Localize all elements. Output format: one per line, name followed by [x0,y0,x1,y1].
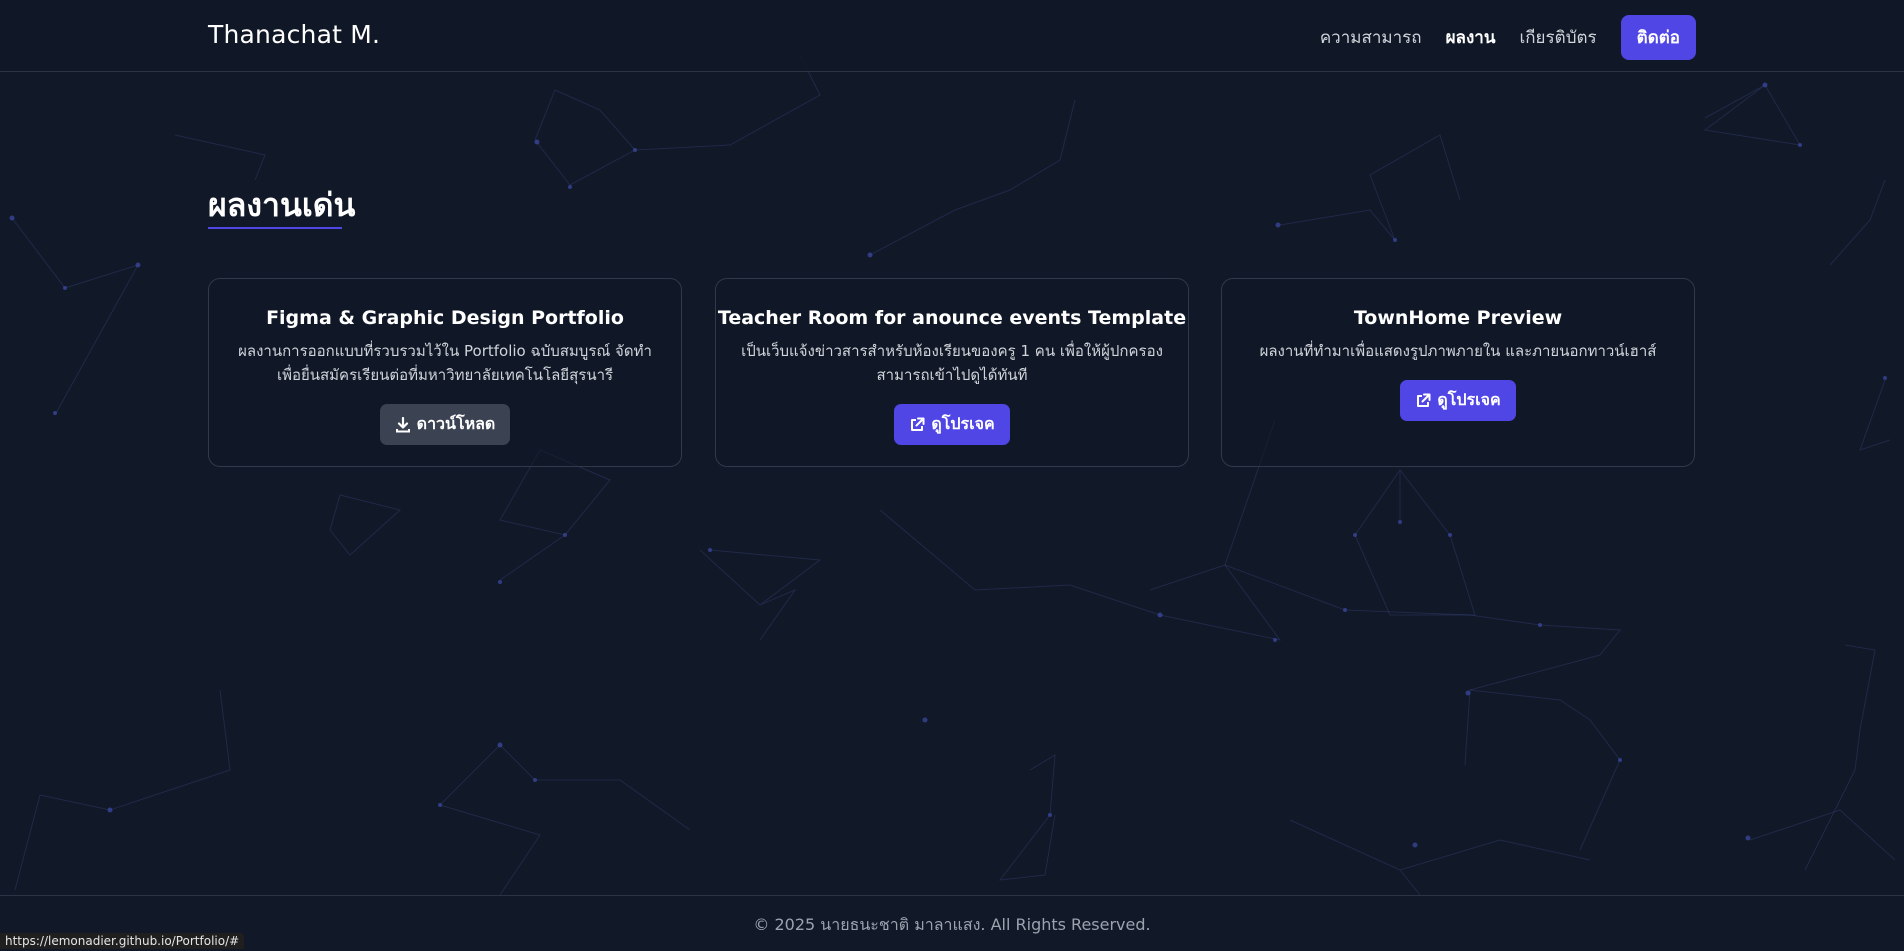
download-button-label: ดาวน์โหลด [416,414,496,433]
project-card-teacher-room: Teacher Room for anounce events Template… [715,278,1189,467]
contact-button[interactable]: ติดต่อ [1620,15,1696,60]
project-card-townhome: TownHome Preview ผลงานที่ทำมาเพื่อแสดงรู… [1221,278,1695,467]
section-title: ผลงานเด่น [208,186,356,224]
project-description: เป็นเว็บแจ้งข่าวสารสำหรับห้องเรียนของครู… [741,342,1163,384]
external-link-icon [911,417,925,431]
browser-status-url: https://lemonadier.github.io/Portfolio/# [0,933,245,949]
external-link-icon [1417,393,1431,407]
view-project-button[interactable]: ดูโปรเจค [1400,380,1516,421]
nav-link-certificates[interactable]: เกียรติบัตร [1519,24,1596,51]
brand-name[interactable]: Thanachat M. [208,20,380,49]
nav-links: ความสามารถ ผลงาน เกียรติบัตร ติดต่อ [1320,15,1696,60]
copyright-text: © 2025 นายธนะชาติ มาลาแสง. All Rights Re… [753,915,1151,934]
project-title: Figma & Graphic Design Portfolio [266,307,624,329]
project-card-figma: Figma & Graphic Design Portfolio ผลงานกา… [208,278,682,467]
view-project-label: ดูโปรเจค [1437,390,1501,409]
title-underline [208,227,342,229]
nav-link-portfolio[interactable]: ผลงาน [1446,24,1496,51]
download-button[interactable]: ดาวน์โหลด [379,404,511,445]
project-description: ผลงานที่ทำมาเพื่อแสดงรูปภาพภายใน และภายน… [1259,342,1657,360]
view-project-button[interactable]: ดูโปรเจค [894,404,1010,445]
project-description: ผลงานการออกแบบที่รวบรวมไว้ใน Portfolio ฉ… [238,342,652,384]
download-icon [395,416,410,432]
nav-link-skills[interactable]: ความสามารถ [1320,24,1422,51]
project-title: Teacher Room for anounce events Template [717,307,1187,329]
view-project-label: ดูโปรเจค [931,414,995,433]
particle-network-background [9,54,1896,896]
page-footer: © 2025 นายธนะชาติ มาลาแสง. All Rights Re… [0,895,1904,951]
top-navbar: Thanachat M. ความสามารถ ผลงาน เกียรติบัต… [0,0,1904,72]
project-title: TownHome Preview [1353,307,1563,329]
